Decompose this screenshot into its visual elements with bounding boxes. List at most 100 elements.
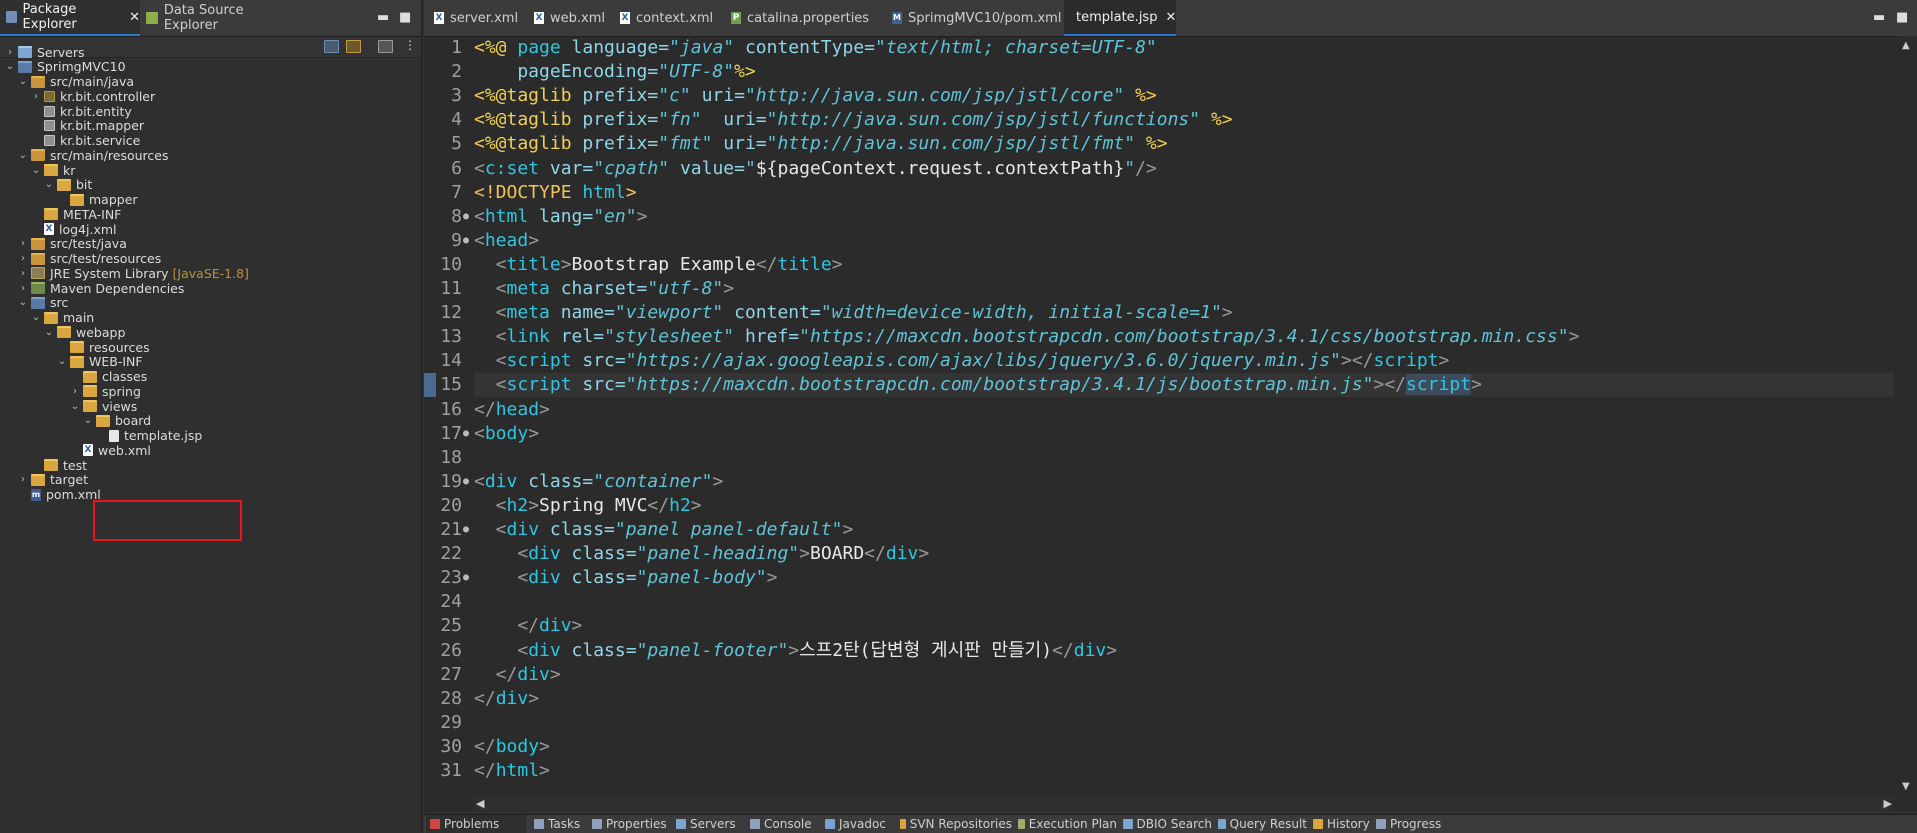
fold-icon[interactable]: ●	[463, 470, 471, 494]
editor-tab[interactable]: Pcatalina.properties	[725, 0, 884, 36]
chevron-down-icon[interactable]: ⌄	[30, 312, 42, 323]
code-token: "panel panel-default"	[614, 519, 843, 540]
code-token: <	[474, 253, 507, 275]
focus-icon[interactable]	[378, 40, 393, 53]
minimize-icon[interactable]: ▬	[1873, 10, 1885, 25]
tree-item[interactable]: m pom.xml	[17, 486, 101, 504]
chevron-right-icon[interactable]: ›	[17, 253, 29, 264]
code-token: "http://java.sun.com/jsp/jstl/functions"	[766, 109, 1211, 131]
code-token: class=	[549, 519, 615, 540]
code-token: >	[571, 615, 583, 637]
chevron-right-icon[interactable]: ›	[30, 91, 42, 102]
code-token: div	[528, 639, 572, 661]
line-number: 22	[440, 543, 462, 565]
code-token: "	[744, 157, 756, 179]
editor-tab[interactable]: template.jsp ✕	[1064, 0, 1176, 36]
code-token: var=	[549, 157, 594, 179]
chevron-right-icon[interactable]: ›	[17, 283, 29, 294]
editor-tab[interactable]: Xweb.xml	[528, 0, 612, 36]
code-token: uri=	[701, 85, 745, 107]
code-token: "https://ajax.googleapis.com/ajax/libs/j…	[625, 350, 1341, 372]
chevron-down-icon[interactable]: ⌄	[30, 165, 42, 176]
bottom-tab[interactable]: Properties	[588, 815, 670, 833]
code-token: html	[582, 181, 626, 203]
code-token: src=	[582, 374, 626, 396]
code-token: class=	[571, 567, 637, 589]
close-icon[interactable]: ✕	[129, 10, 140, 25]
tab-package-explorer[interactable]: Package Explorer ✕	[0, 0, 140, 36]
code-token: Bootstrap Example	[571, 253, 756, 275]
code-line: <head>	[474, 229, 539, 253]
pkgfolder-icon	[31, 75, 45, 88]
tree-item-label: web.xml	[98, 442, 151, 458]
code-line: <%@taglib prefix="c" uri="http://java.su…	[474, 84, 1157, 108]
bottom-tab-label: Problems	[444, 817, 500, 831]
horizontal-scrollbar[interactable]: ◀ ▶	[474, 796, 1894, 812]
chevron-right-icon[interactable]: ›	[69, 386, 81, 397]
code-token: "container"	[593, 470, 713, 492]
bottom-tab[interactable]: Execution Plan	[1014, 815, 1117, 833]
chevron-down-icon[interactable]: ⌄	[17, 297, 29, 308]
maximize-icon[interactable]: ■	[399, 10, 411, 25]
view-menu-icon[interactable]: ⋮	[404, 38, 416, 52]
view-icon	[676, 819, 686, 829]
fold-icon[interactable]: ●	[463, 422, 471, 446]
minimize-icon[interactable]: ▬	[377, 10, 389, 25]
code-token: body	[495, 735, 540, 757]
chevron-right-icon[interactable]: ›	[17, 238, 29, 249]
scroll-right-icon[interactable]: ▶	[1884, 797, 1892, 810]
chevron-down-icon[interactable]: ⌄	[4, 61, 16, 72]
editor-tab[interactable]: M SprimgMVC10/pom.xml	[886, 0, 1062, 36]
code-token: div	[1073, 639, 1107, 661]
pkg-empty-icon	[44, 120, 55, 132]
editor-tab[interactable]: Xserver.xml	[428, 0, 526, 36]
bottom-tab[interactable]: Query Result	[1214, 815, 1307, 833]
chevron-down-icon[interactable]: ⌄	[82, 415, 94, 426]
bottom-tab-label: SVN Repositories	[909, 817, 1012, 831]
link-with-editor-icon[interactable]	[346, 40, 361, 53]
code-token: class=	[571, 639, 637, 661]
line-number: 18	[440, 446, 462, 468]
close-icon[interactable]: ✕	[1165, 10, 1176, 25]
maximize-icon[interactable]: ■	[1896, 10, 1908, 25]
code-line: <%@taglib prefix="fn" uri="http://java.s…	[474, 108, 1233, 132]
scroll-up-icon[interactable]: ▲	[1902, 40, 1910, 51]
chevron-right-icon[interactable]: ›	[4, 47, 16, 58]
bottom-tab[interactable]: Tasks	[530, 815, 586, 833]
code-token: </	[474, 663, 518, 685]
tab-data-source-explorer[interactable]: Data Source Explorer	[140, 0, 300, 36]
bottom-tab[interactable]: History	[1309, 815, 1370, 833]
code-line: <meta charset="utf-8">	[474, 277, 734, 301]
bottom-tab[interactable]: Javadoc	[821, 815, 894, 833]
fold-icon[interactable]: ●	[463, 205, 471, 229]
code-token: "panel-footer"	[636, 639, 789, 661]
bottom-tab[interactable]: SVN Repositories	[896, 815, 1012, 833]
scroll-left-icon[interactable]: ◀	[476, 797, 484, 810]
code-token: contentType=	[744, 37, 875, 58]
chevron-right-icon[interactable]: ›	[17, 268, 29, 279]
fold-icon[interactable]: ●	[463, 229, 471, 253]
code-editor[interactable]: 1 <%@ page language="java" contentType="t…	[424, 36, 1894, 796]
chevron-down-icon[interactable]: ⌄	[17, 150, 29, 161]
chevron-down-icon[interactable]: ⌄	[43, 179, 55, 190]
chevron-down-icon[interactable]: ⌄	[56, 356, 68, 367]
bottom-tab[interactable]: Problems	[426, 815, 526, 833]
bottom-tab[interactable]: Console	[746, 815, 819, 833]
vertical-scrollbar[interactable]: ▲ ▼	[1897, 36, 1917, 796]
fold-icon[interactable]: ●	[463, 518, 471, 542]
bottom-tab[interactable]: DBIO Search	[1119, 815, 1212, 833]
chevron-right-icon[interactable]: ›	[17, 474, 29, 485]
editor-tab[interactable]: Xcontext.xml	[614, 0, 723, 36]
collapse-all-icon[interactable]	[324, 40, 339, 53]
chevron-down-icon[interactable]: ⌄	[69, 401, 81, 412]
chevron-down-icon[interactable]: ⌄	[43, 327, 55, 338]
code-token: >	[788, 639, 800, 661]
bottom-tab[interactable]: Servers	[672, 815, 744, 833]
chevron-down-icon[interactable]: ⌄	[17, 76, 29, 87]
fold-icon[interactable]: ●	[463, 566, 471, 590]
bottom-tab[interactable]: Progress	[1372, 815, 1452, 833]
scroll-down-icon[interactable]: ▼	[1902, 781, 1910, 792]
code-line: <div class="panel panel-default">	[474, 518, 854, 542]
view-icon	[1218, 819, 1226, 829]
code-line: </div>	[474, 614, 582, 638]
